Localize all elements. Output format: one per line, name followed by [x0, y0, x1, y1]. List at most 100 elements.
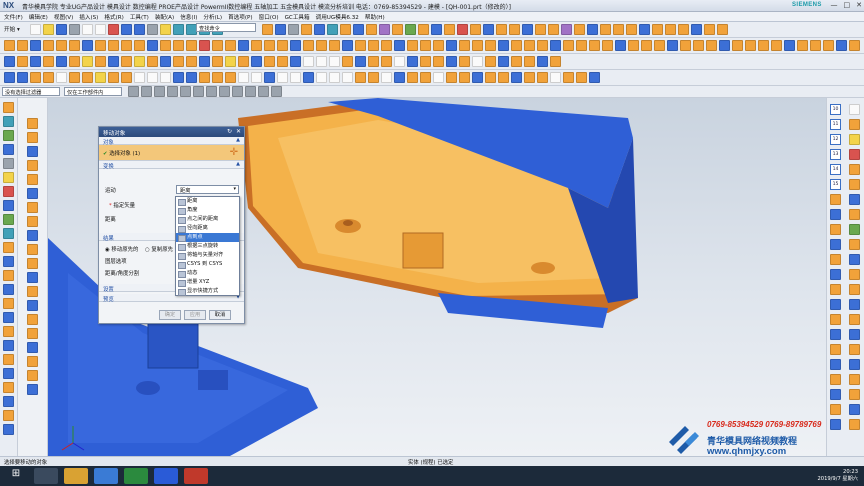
right-tool-21-icon[interactable] [830, 404, 841, 415]
feature-4-icon[interactable] [43, 40, 54, 51]
hd3d-icon[interactable] [3, 186, 14, 197]
strip-15-icon[interactable] [27, 314, 38, 325]
extrude-icon[interactable] [366, 24, 377, 35]
dialog-close-icon[interactable]: ✕ [236, 128, 241, 135]
curve-29-icon[interactable] [368, 72, 379, 83]
snap-4-icon[interactable] [167, 86, 178, 97]
layer-11-button[interactable]: 11 [830, 119, 841, 130]
trimetric-view-icon[interactable] [275, 24, 286, 35]
feature-28-icon[interactable] [355, 40, 366, 51]
task-folder-icon[interactable] [64, 468, 88, 484]
move-face-icon[interactable] [639, 24, 650, 35]
feature-38-icon[interactable] [485, 40, 496, 51]
option-distance-between-points[interactable]: 点之间的距离 [176, 215, 239, 224]
surface-18-icon[interactable] [225, 56, 236, 67]
left-tool-12-icon[interactable] [3, 256, 14, 267]
left-tool-23-icon[interactable] [3, 410, 14, 421]
right-tool-a-icon[interactable] [849, 104, 860, 115]
history-icon[interactable] [3, 144, 14, 155]
right-tool-l-icon[interactable] [849, 269, 860, 280]
feature-53-icon[interactable] [680, 40, 691, 51]
wcs-icon[interactable] [314, 24, 325, 35]
feature-36-icon[interactable] [459, 40, 470, 51]
surface-4-icon[interactable] [43, 56, 54, 67]
mirror-icon[interactable] [574, 24, 585, 35]
strip-14-icon[interactable] [27, 300, 38, 311]
chevron-up-icon[interactable]: ▲ [236, 137, 240, 143]
close-button[interactable]: ✕ [856, 1, 862, 9]
surface-43-icon[interactable] [550, 56, 561, 67]
strip-19-icon[interactable] [27, 370, 38, 381]
edge-blend-icon[interactable] [496, 24, 507, 35]
assembly-navigator-icon[interactable] [3, 116, 14, 127]
menu-analysis[interactable]: 分析(L) [203, 13, 222, 21]
surface-27-icon[interactable] [342, 56, 353, 67]
right-tool-i-icon[interactable] [849, 224, 860, 235]
right-tool-c-icon[interactable] [849, 134, 860, 145]
surface-11-icon[interactable] [134, 56, 145, 67]
select-icon[interactable] [160, 24, 171, 35]
curve-23-icon[interactable] [290, 72, 301, 83]
menu-help[interactable]: 帮助(H) [365, 13, 385, 21]
snap-5-icon[interactable] [180, 86, 191, 97]
right-tool-16-icon[interactable] [830, 329, 841, 340]
right-tool-12-icon[interactable] [830, 269, 841, 280]
feature-39-icon[interactable] [498, 40, 509, 51]
curve-line-icon[interactable] [303, 56, 314, 67]
datum-axis-icon[interactable] [600, 24, 611, 35]
revolve-icon[interactable] [379, 24, 390, 35]
feature-55-icon[interactable] [706, 40, 717, 51]
type-filter-dropdown[interactable]: 没有选择过滤器 [2, 87, 60, 96]
curve-4-icon[interactable] [43, 72, 54, 83]
snap-12-icon[interactable] [271, 86, 282, 97]
undo-icon[interactable] [121, 24, 132, 35]
curve-35-icon[interactable] [446, 72, 457, 83]
option-align-axis-to-vector[interactable]: 将轴与矢量对齐 [176, 251, 239, 260]
right-tool-9-icon[interactable] [830, 224, 841, 235]
feature-30-icon[interactable] [381, 40, 392, 51]
snap-1-icon[interactable] [128, 86, 139, 97]
feature-42-icon[interactable] [537, 40, 548, 51]
snap-8-icon[interactable] [219, 86, 230, 97]
right-tool-t-icon[interactable] [849, 389, 860, 400]
intersect-icon[interactable] [470, 24, 481, 35]
option-angle[interactable]: 角度 [176, 206, 239, 215]
taskbar-clock[interactable]: 20:23 2019/9/7 星期六 [817, 469, 858, 483]
feature-62-icon[interactable] [797, 40, 808, 51]
constraint-navigator-icon[interactable] [3, 130, 14, 141]
feature-51-icon[interactable] [654, 40, 665, 51]
option-distance[interactable]: 距离 [176, 197, 239, 206]
motion-select[interactable]: 距离 ▾ [176, 185, 239, 194]
curve-22-icon[interactable] [277, 72, 288, 83]
feature-18-icon[interactable] [225, 40, 236, 51]
shell-icon[interactable] [483, 24, 494, 35]
left-tool-24-icon[interactable] [3, 424, 14, 435]
strip-10-icon[interactable] [27, 244, 38, 255]
block-icon[interactable] [340, 24, 351, 35]
datum-plane-icon[interactable] [587, 24, 598, 35]
feature-33-icon[interactable] [420, 40, 431, 51]
right-tool-19-icon[interactable] [830, 374, 841, 385]
feature-47-icon[interactable] [602, 40, 613, 51]
option-point-to-point[interactable]: 点到点 [176, 233, 239, 242]
analysis-icon[interactable] [704, 24, 715, 35]
right-tool-f-icon[interactable] [849, 179, 860, 190]
unite-icon[interactable] [444, 24, 455, 35]
curve-5-icon[interactable] [56, 72, 67, 83]
left-tool-18-icon[interactable] [3, 340, 14, 351]
curve-12-icon[interactable] [147, 72, 158, 83]
left-tool-13-icon[interactable] [3, 270, 14, 281]
surface-20-icon[interactable] [251, 56, 262, 67]
layer-13-button[interactable]: 13 [830, 149, 841, 160]
strip-16-icon[interactable] [27, 328, 38, 339]
surface-7-icon[interactable] [82, 56, 93, 67]
right-tool-m-icon[interactable] [849, 284, 860, 295]
feature-8-icon[interactable] [95, 40, 106, 51]
surface-19-icon[interactable] [238, 56, 249, 67]
scope-filter-dropdown[interactable]: 仅在工作部件内 [64, 87, 122, 96]
feature-14-icon[interactable] [173, 40, 184, 51]
right-tool-17-icon[interactable] [830, 344, 841, 355]
curve-18-icon[interactable] [225, 72, 236, 83]
feature-32-icon[interactable] [407, 40, 418, 51]
feature-10-icon[interactable] [121, 40, 132, 51]
